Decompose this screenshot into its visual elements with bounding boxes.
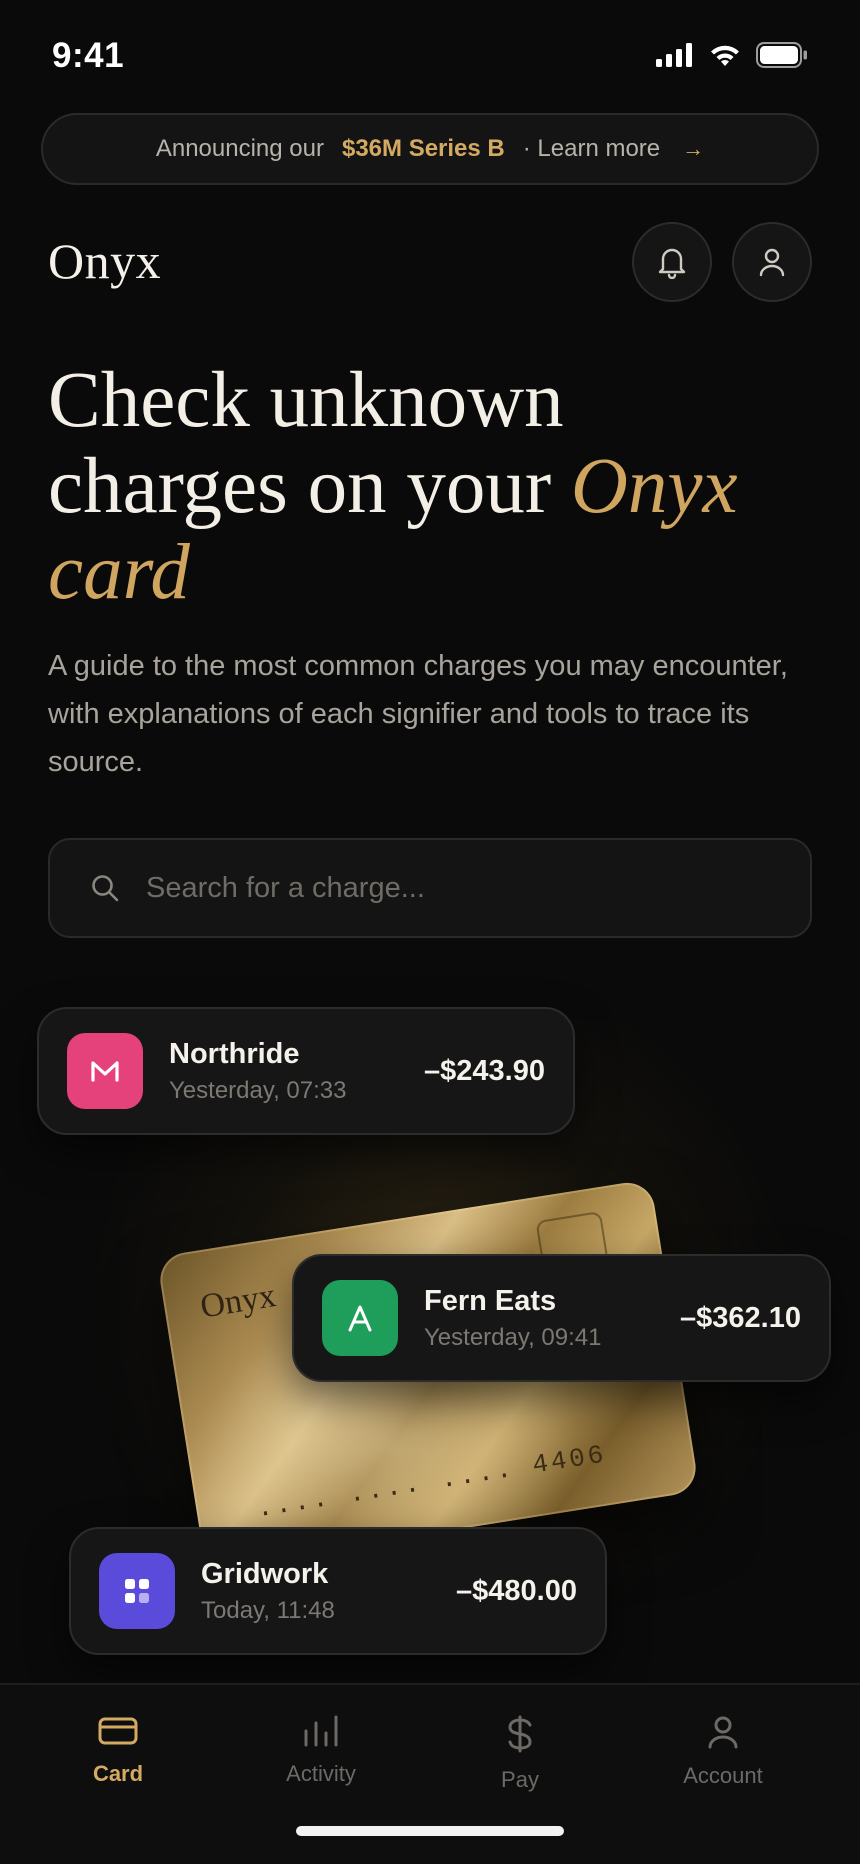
card-icon bbox=[98, 1717, 138, 1745]
battery-icon bbox=[756, 42, 807, 68]
announcement-prefix: Announcing our bbox=[155, 135, 324, 162]
search-bar[interactable] bbox=[48, 838, 812, 938]
profile-button[interactable] bbox=[732, 222, 812, 302]
app-logo: Onyx bbox=[48, 233, 162, 289]
nav-label: Pay bbox=[501, 1767, 539, 1792]
nav-item-activity[interactable]: Activity bbox=[241, 1715, 401, 1787]
nav-label: Account bbox=[683, 1763, 763, 1788]
status-bar: 9:41 bbox=[0, 0, 860, 110]
bar-chart-icon bbox=[304, 1715, 338, 1747]
user-icon bbox=[708, 1716, 738, 1749]
transaction-card[interactable]: Northride Yesterday, 07:33 –$243.90 bbox=[37, 1007, 575, 1135]
transaction-info: Gridwork Today, 11:48 bbox=[201, 1558, 436, 1625]
notifications-button[interactable] bbox=[632, 222, 712, 302]
transaction-amount: –$362.10 bbox=[680, 1301, 801, 1334]
transaction-info: Fern Eats Yesterday, 09:41 bbox=[424, 1285, 660, 1352]
headline-accent-brand: Onyx bbox=[570, 443, 738, 530]
nav-item-card[interactable]: Card bbox=[38, 1715, 198, 1787]
status-icons bbox=[656, 42, 808, 68]
card-brand: Onyx bbox=[197, 1277, 279, 1326]
nav-label: Activity bbox=[286, 1761, 356, 1786]
bottom-nav: Card Activity Pay Account bbox=[0, 1683, 860, 1864]
transaction-name: Northride bbox=[169, 1037, 300, 1070]
headline-line2: charges on your bbox=[48, 443, 552, 530]
announcement-learn-more[interactable]: · Learn more bbox=[523, 135, 660, 163]
transaction-amount: –$243.90 bbox=[424, 1054, 545, 1087]
page-title: Check unknown charges on your Onyx card bbox=[48, 358, 828, 616]
card-number: .... .... .... 4406 bbox=[254, 1439, 609, 1525]
transaction-card[interactable]: Gridwork Today, 11:48 –$480.00 bbox=[69, 1527, 607, 1655]
status-time: 9:41 bbox=[52, 36, 125, 75]
arrow-right-icon: → bbox=[682, 136, 705, 161]
announcement-highlight: $36M Series B bbox=[341, 135, 505, 162]
headline-line1: Check unknown bbox=[48, 357, 564, 444]
hero-description: A guide to the most common charges you m… bbox=[48, 650, 788, 778]
search-input[interactable] bbox=[146, 871, 766, 905]
m-logo-icon bbox=[67, 1033, 143, 1109]
user-icon bbox=[759, 248, 785, 277]
grid-logo-icon bbox=[99, 1553, 175, 1629]
transaction-time: Yesterday, 09:41 bbox=[424, 1323, 602, 1351]
home-indicator[interactable] bbox=[296, 1826, 564, 1836]
dollar-icon bbox=[508, 1715, 532, 1753]
transaction-info: Northride Yesterday, 07:33 bbox=[169, 1038, 404, 1105]
nav-item-pay[interactable]: Pay bbox=[440, 1715, 600, 1793]
transaction-amount: –$480.00 bbox=[456, 1574, 577, 1607]
announcement-banner[interactable]: Announcing our $36M Series B · Learn mor… bbox=[41, 113, 819, 185]
nav-label: Card bbox=[92, 1761, 144, 1786]
wifi-icon bbox=[711, 45, 739, 66]
headline-accent-card: card bbox=[48, 529, 190, 616]
transaction-name: Gridwork bbox=[201, 1557, 329, 1590]
bell-icon bbox=[658, 248, 686, 279]
transaction-time: Today, 11:48 bbox=[201, 1596, 335, 1624]
nav-item-account[interactable]: Account bbox=[643, 1715, 803, 1789]
search-icon bbox=[92, 875, 119, 902]
transaction-card[interactable]: Fern Eats Yesterday, 09:41 –$362.10 bbox=[292, 1254, 831, 1382]
signal-icon bbox=[656, 43, 692, 67]
transaction-time: Yesterday, 07:33 bbox=[169, 1076, 347, 1104]
a-logo-icon bbox=[322, 1280, 398, 1356]
transaction-name: Fern Eats bbox=[424, 1284, 557, 1317]
